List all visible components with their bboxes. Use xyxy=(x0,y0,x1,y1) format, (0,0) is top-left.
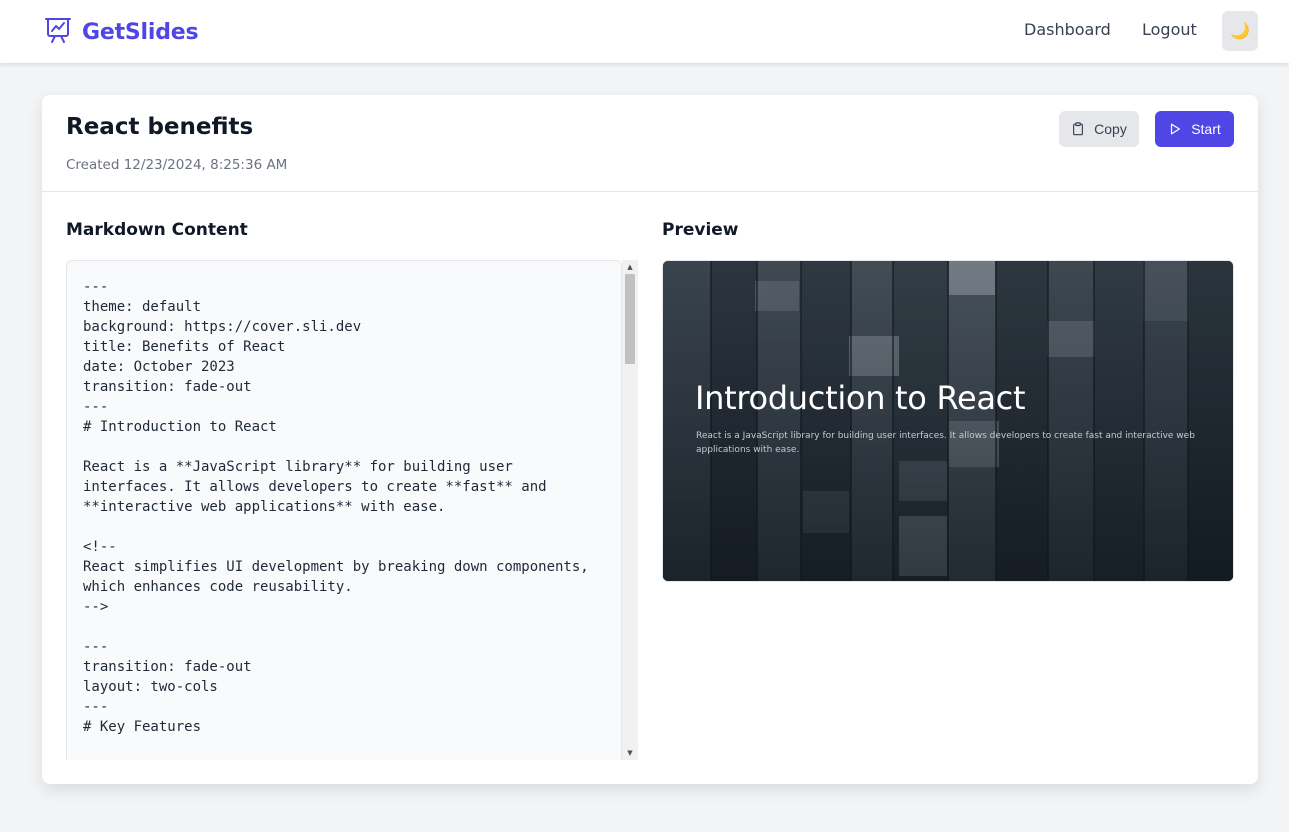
moon-icon: 🌙 xyxy=(1230,23,1250,40)
top-navbar: GetSlides Dashboard Logout 🌙 xyxy=(0,0,1289,63)
clipboard-icon xyxy=(1073,122,1084,136)
created-timestamp: Created 12/23/2024, 8:25:36 AM xyxy=(66,157,288,173)
copy-button[interactable]: Copy xyxy=(1059,111,1139,147)
start-button[interactable]: Start xyxy=(1155,111,1234,147)
presentation-chart-icon xyxy=(44,16,72,48)
markdown-editor-container: --- theme: default background: https://c… xyxy=(66,260,638,760)
start-button-label: Start xyxy=(1191,121,1221,137)
preview-heading: Preview xyxy=(662,220,739,240)
slide-preview[interactable]: Introduction to React React is a JavaScr… xyxy=(662,260,1234,582)
slide-overlay xyxy=(663,261,1233,581)
presentation-title: React benefits xyxy=(66,114,254,140)
copy-button-label: Copy xyxy=(1094,121,1127,137)
slide-title: Introduction to React xyxy=(695,379,1026,417)
editor-scrollbar[interactable]: ▲ ▼ xyxy=(622,260,638,760)
presentation-card: React benefits Created 12/23/2024, 8:25:… xyxy=(42,95,1258,784)
brand-logo[interactable]: GetSlides xyxy=(44,16,199,48)
slide-body-text: React is a JavaScript library for buildi… xyxy=(696,431,1195,455)
markdown-content-heading: Markdown Content xyxy=(66,220,248,240)
scrollbar-thumb[interactable] xyxy=(625,274,635,364)
presentation-header: React benefits Created 12/23/2024, 8:25:… xyxy=(42,95,1258,192)
brand-name: GetSlides xyxy=(82,19,199,45)
markdown-editor[interactable]: --- theme: default background: https://c… xyxy=(66,260,622,760)
play-icon xyxy=(1171,123,1181,135)
scroll-down-arrow-icon[interactable]: ▼ xyxy=(622,748,638,758)
nav-logout-link[interactable]: Logout xyxy=(1142,20,1197,39)
nav-dashboard-link[interactable]: Dashboard xyxy=(1024,20,1111,39)
scroll-up-arrow-icon[interactable]: ▲ xyxy=(622,262,638,272)
theme-toggle-button[interactable]: 🌙 xyxy=(1222,11,1258,51)
